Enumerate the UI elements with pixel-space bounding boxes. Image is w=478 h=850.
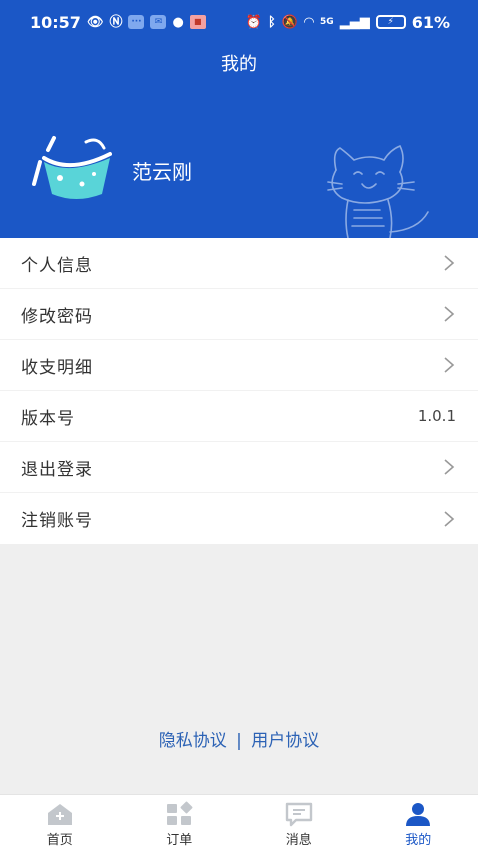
tab-label: 消息 xyxy=(285,833,312,848)
chevron-right-icon xyxy=(444,306,455,322)
alarm-icon: ⏰ xyxy=(245,14,263,30)
menu-item-label: 退出登录 xyxy=(21,459,93,480)
message-icon xyxy=(285,802,312,827)
avatar[interactable] xyxy=(30,132,112,202)
bluetooth-icon: ᛒ xyxy=(268,14,276,30)
home-icon xyxy=(47,804,72,825)
agreement-separator: | xyxy=(236,731,242,751)
agreement-links: 隐私协议 | 用户协议 xyxy=(0,726,478,751)
page-title: 我的 xyxy=(221,54,257,75)
status-bar: 10:57 👁 Ⓝ ··· ✉ ● ■ ⏰ ᛒ 🔕 ◠ 5G ▂▄▆ ⚡ 61% xyxy=(30,10,450,34)
menu-item-personal-info[interactable]: 个人信息 xyxy=(0,238,478,289)
app-notification-icon: ··· xyxy=(128,15,145,29)
tab-label: 首页 xyxy=(46,833,73,848)
mail-notification-icon: ✉ xyxy=(150,15,167,29)
tab-messages[interactable]: 消息 xyxy=(239,795,359,850)
profile-header: 10:57 👁 Ⓝ ··· ✉ ● ■ ⏰ ᛒ 🔕 ◠ 5G ▂▄▆ ⚡ 61%… xyxy=(0,0,478,238)
menu-item-delete-account[interactable]: 注销账号 xyxy=(0,493,478,544)
chevron-right-icon xyxy=(444,255,455,271)
menu-item-label: 修改密码 xyxy=(21,306,93,327)
signal-icon: ▂▄▆ xyxy=(339,14,370,30)
eye-icon: 👁 xyxy=(86,14,104,30)
battery-icon: ⚡ xyxy=(375,15,406,29)
nfc-icon: Ⓝ xyxy=(109,14,123,30)
wechat-icon: ● xyxy=(172,14,184,30)
status-time: 10:57 xyxy=(30,12,81,32)
menu-item-label: 注销账号 xyxy=(21,511,93,531)
profile-icon xyxy=(406,803,431,826)
user-agreement-link[interactable]: 用户协议 xyxy=(251,731,319,751)
version-value: 1.0.1 xyxy=(417,407,456,425)
battery-percent: 61% xyxy=(411,12,450,32)
tab-orders[interactable]: 订单 xyxy=(120,795,240,850)
order-icon xyxy=(167,801,193,825)
menu-item-logout[interactable]: 退出登录 xyxy=(0,442,478,493)
menu-item-label: 收支明细 xyxy=(21,357,93,378)
network-type: 5G xyxy=(320,16,334,27)
wifi-icon: ◠ xyxy=(304,14,315,30)
username: 范云刚 xyxy=(132,160,192,184)
chevron-right-icon xyxy=(444,459,455,475)
menu-item-version: 版本号 1.0.1 xyxy=(0,391,478,442)
privacy-agreement-link[interactable]: 隐私协议 xyxy=(159,731,227,751)
tab-home[interactable]: 首页 xyxy=(0,795,120,850)
chevron-right-icon xyxy=(444,510,455,527)
settings-menu: 个人信息 修改密码 收支明细 版本号 1.0.1 退出登录 注销账号 xyxy=(0,238,478,544)
mute-icon: 🔕 xyxy=(281,14,299,30)
cat-illustration xyxy=(327,144,429,238)
menu-item-change-password[interactable]: 修改密码 xyxy=(0,289,478,340)
chevron-right-icon xyxy=(444,357,455,373)
menu-item-transactions[interactable]: 收支明细 xyxy=(0,340,478,391)
tab-label: 我的 xyxy=(405,833,432,848)
menu-item-label: 版本号 xyxy=(21,408,75,429)
menu-item-label: 个人信息 xyxy=(21,255,93,276)
tab-profile[interactable]: 我的 xyxy=(359,795,478,850)
news-notification-icon: ■ xyxy=(189,15,206,29)
tab-label: 订单 xyxy=(166,833,193,848)
bottom-tab-bar: 首页 订单 消息 我的 xyxy=(0,794,478,850)
